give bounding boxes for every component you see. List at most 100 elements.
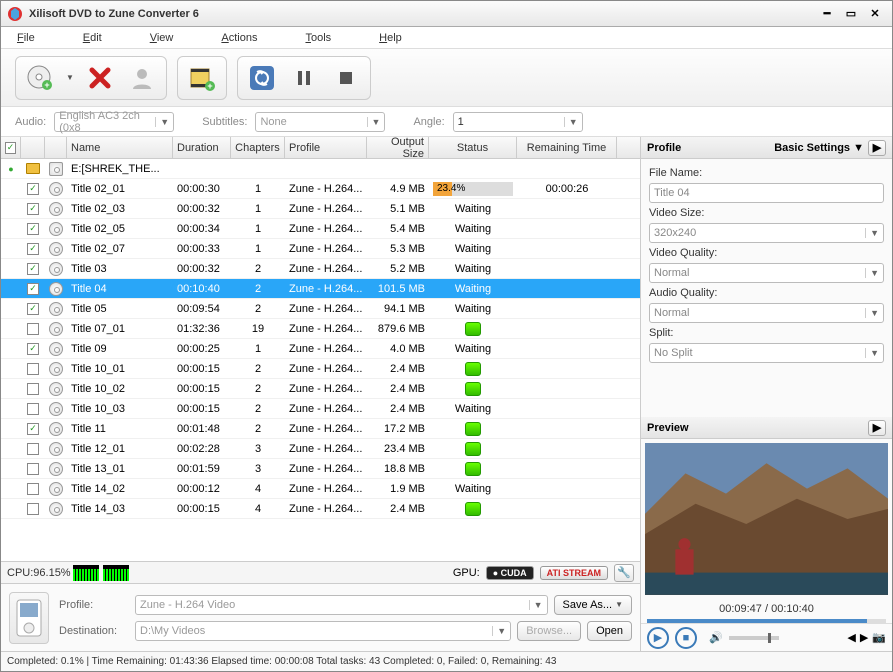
close-button[interactable]: ✕	[864, 5, 886, 23]
settings-button[interactable]: 🔧	[614, 564, 634, 582]
filename-input[interactable]: Title 04	[649, 183, 884, 203]
row-checkbox[interactable]: ✓	[27, 203, 39, 215]
table-row[interactable]: ✓ Title 02_07 00:00:33 1 Zune - H.264...…	[1, 239, 640, 259]
disc-icon	[49, 402, 63, 416]
menu-tools[interactable]: Tools	[305, 32, 331, 44]
table-row[interactable]: Title 12_01 00:02:28 3 Zune - H.264... 2…	[1, 439, 640, 459]
disc-icon	[49, 222, 63, 236]
table-row[interactable]: ✓ Title 05 00:09:54 2 Zune - H.264... 94…	[1, 299, 640, 319]
preview-video[interactable]	[645, 443, 888, 595]
volume-icon[interactable]: 🔊	[709, 631, 723, 644]
col-profile[interactable]: Profile	[285, 137, 367, 158]
row-checkbox[interactable]: ✓	[27, 263, 39, 275]
table-row[interactable]: Title 07_01 01:32:36 19 Zune - H.264... …	[1, 319, 640, 339]
menu-view[interactable]: View	[150, 32, 174, 44]
stop-button[interactable]	[330, 62, 362, 94]
statusbar: Completed: 0.1% | Time Remaining: 01:43:…	[1, 651, 892, 671]
disc-icon	[49, 382, 63, 396]
preview-seekbar[interactable]	[647, 619, 886, 623]
volume-slider[interactable]	[729, 636, 779, 640]
table-row[interactable]: ✓ Title 02_01 00:00:30 1 Zune - H.264...…	[1, 179, 640, 199]
options-row: Audio: English AC3 2ch (0x8▼ Subtitles: …	[1, 107, 892, 137]
pause-button[interactable]	[288, 62, 320, 94]
col-duration[interactable]: Duration	[173, 137, 231, 158]
next-frame-button[interactable]: ▶	[860, 631, 868, 644]
split-combo[interactable]: No Split▼	[649, 343, 884, 363]
add-dropdown-icon[interactable]: ▼	[66, 73, 74, 82]
destination-area: Profile: Zune - H.264 Video▼ Save As...▼…	[1, 583, 640, 651]
clip-button[interactable]: +	[186, 62, 218, 94]
col-output[interactable]: Output Size	[367, 137, 429, 158]
add-disc-button[interactable]: +	[24, 62, 56, 94]
table-row[interactable]: Title 13_01 00:01:59 3 Zune - H.264... 1…	[1, 459, 640, 479]
table-row[interactable]: Title 10_03 00:00:15 2 Zune - H.264... 2…	[1, 399, 640, 419]
row-checkbox[interactable]	[27, 463, 39, 475]
row-checkbox[interactable]	[27, 403, 39, 415]
table-row[interactable]: ✓ Title 04 00:10:40 2 Zune - H.264... 10…	[1, 279, 640, 299]
disc-icon	[49, 322, 63, 336]
stop-preview-button[interactable]: ■	[675, 627, 697, 649]
profile-combo[interactable]: Zune - H.264 Video▼	[135, 595, 548, 615]
row-checkbox[interactable]	[27, 443, 39, 455]
expand-profile-button[interactable]: ▶	[868, 140, 886, 156]
prev-frame-button[interactable]: ◀	[847, 631, 855, 644]
menu-actions[interactable]: Actions	[221, 32, 257, 44]
browse-button[interactable]: Browse...	[517, 621, 581, 641]
destination-combo[interactable]: D:\My Videos▼	[135, 621, 511, 641]
menu-edit[interactable]: Edit	[83, 32, 102, 44]
table-row[interactable]: ✓ Title 02_05 00:00:34 1 Zune - H.264...…	[1, 219, 640, 239]
save-as-button[interactable]: Save As...▼	[554, 595, 632, 615]
table-row[interactable]: ✓ Title 09 00:00:25 1 Zune - H.264... 4.…	[1, 339, 640, 359]
table-row[interactable]: Title 10_01 00:00:15 2 Zune - H.264... 2…	[1, 359, 640, 379]
row-checkbox[interactable]	[27, 323, 39, 335]
col-name[interactable]: Name	[67, 137, 173, 158]
table-row[interactable]: Title 10_02 00:00:15 2 Zune - H.264... 2…	[1, 379, 640, 399]
remove-button[interactable]	[84, 62, 116, 94]
preview-controls: ▶ ■ 🔊 ◀ ▶ 📷	[641, 623, 892, 651]
play-button[interactable]: ▶	[647, 627, 669, 649]
menu-file[interactable]: File	[17, 32, 35, 44]
table-row[interactable]: Title 14_03 00:00:15 4 Zune - H.264... 2…	[1, 499, 640, 519]
row-checkbox[interactable]	[27, 363, 39, 375]
row-checkbox[interactable]: ✓	[27, 183, 39, 195]
row-checkbox[interactable]	[27, 383, 39, 395]
convert-button[interactable]	[246, 62, 278, 94]
audio-combo[interactable]: English AC3 2ch (0x8▼	[54, 112, 174, 132]
aquality-combo[interactable]: Normal▼	[649, 303, 884, 323]
row-checkbox[interactable]: ✓	[27, 243, 39, 255]
destination-label: Destination:	[59, 625, 129, 637]
table-row[interactable]: ✓ Title 11 00:01:48 2 Zune - H.264... 17…	[1, 419, 640, 439]
row-checkbox[interactable]: ✓	[27, 223, 39, 235]
videosize-combo[interactable]: 320x240▼	[649, 223, 884, 243]
snapshot-button[interactable]: 📷	[872, 631, 886, 644]
folder-icon	[26, 163, 40, 174]
basic-settings-dropdown[interactable]: Basic Settings ▼	[774, 142, 864, 154]
table-row[interactable]: ✓ Title 03 00:00:32 2 Zune - H.264... 5.…	[1, 259, 640, 279]
disc-icon	[49, 162, 63, 176]
subtitles-combo[interactable]: None▼	[255, 112, 385, 132]
row-checkbox[interactable]: ✓	[27, 343, 39, 355]
angle-combo[interactable]: 1▼	[453, 112, 583, 132]
row-checkbox[interactable]	[27, 503, 39, 515]
profile-form: File Name: Title 04 Video Size: 320x240▼…	[641, 159, 892, 371]
table-row[interactable]: ● E:[SHREK_THE...	[1, 159, 640, 179]
row-checkbox[interactable]: ✓	[27, 303, 39, 315]
expand-preview-button[interactable]: ▶	[868, 420, 886, 436]
minimize-button[interactable]: ━	[816, 5, 838, 23]
menu-help[interactable]: Help	[379, 32, 402, 44]
maximize-button[interactable]: ▭	[840, 5, 862, 23]
row-checkbox[interactable]: ✓	[27, 283, 39, 295]
open-button[interactable]: Open	[587, 621, 632, 641]
person-button[interactable]	[126, 62, 158, 94]
row-checkbox[interactable]: ✓	[27, 423, 39, 435]
disc-icon	[49, 282, 63, 296]
table-row[interactable]: ✓ Title 02_03 00:00:32 1 Zune - H.264...…	[1, 199, 640, 219]
titlebar: Xilisoft DVD to Zune Converter 6 ━ ▭ ✕	[1, 1, 892, 27]
row-checkbox[interactable]	[27, 483, 39, 495]
col-remaining[interactable]: Remaining Time	[517, 137, 617, 158]
table-row[interactable]: Title 14_02 00:00:12 4 Zune - H.264... 1…	[1, 479, 640, 499]
col-chapters[interactable]: Chapters	[231, 137, 285, 158]
vquality-combo[interactable]: Normal▼	[649, 263, 884, 283]
col-status[interactable]: Status	[429, 137, 517, 158]
check-all[interactable]: ✓	[5, 142, 16, 154]
